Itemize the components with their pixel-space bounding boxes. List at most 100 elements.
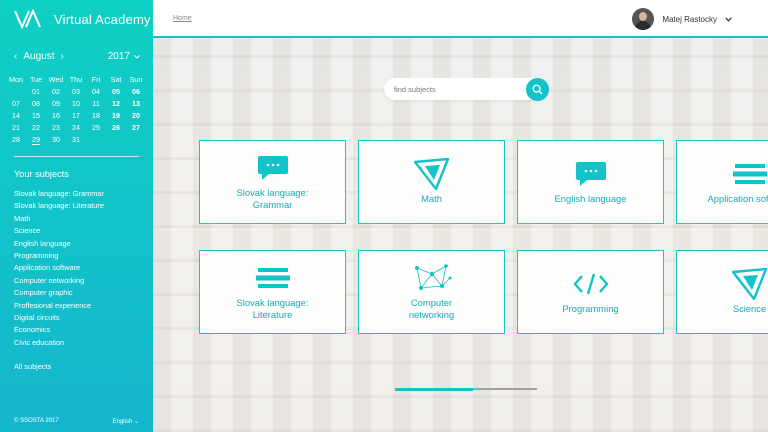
calendar-day[interactable]: 03 (66, 86, 86, 98)
subject-card-label: Programming (562, 302, 619, 314)
calendar-day[interactable]: 22 (26, 121, 46, 133)
subject-card[interactable]: Programming (517, 250, 664, 334)
calendar-day[interactable]: 05 (106, 86, 126, 98)
stacked-bars-icon (732, 159, 767, 189)
year-select[interactable]: 2017 (108, 51, 140, 62)
next-month-icon[interactable]: › (60, 51, 63, 62)
subject-card-label: Slovak language: Literature (236, 296, 309, 321)
calendar-day[interactable]: 02 (46, 86, 66, 98)
subject-card[interactable]: English language (517, 140, 664, 224)
calendar-day[interactable]: 18 (86, 110, 106, 122)
weekday-label: Sun (129, 74, 143, 84)
calendar-header: ‹ August › 2017 (0, 51, 153, 62)
search-input[interactable] (384, 78, 514, 100)
chevron-down-icon (134, 54, 140, 59)
calendar-day[interactable]: 13 (126, 98, 146, 110)
sidebar-subject-item[interactable]: Economics (14, 324, 153, 336)
calendar-month: August (23, 51, 55, 62)
prev-month-icon[interactable]: ‹ (14, 51, 17, 62)
search-button[interactable] (526, 78, 549, 101)
subject-card-label: Slovak language: Grammar (236, 186, 309, 211)
calendar-day[interactable]: 08 (26, 98, 46, 110)
sidebar-subject-item[interactable]: Slovak language: Literature (14, 200, 153, 212)
sidebar-subject-item[interactable]: Science (14, 225, 153, 237)
calendar-day[interactable]: 14 (6, 110, 26, 122)
brand[interactable]: Virtual Academy (0, 0, 153, 38)
subjects-list: Slovak language: Grammar Slovak language:… (14, 188, 153, 349)
sidebar-subject-item[interactable]: Civic education (14, 337, 153, 349)
calendar-day[interactable]: 01 (26, 86, 46, 98)
sidebar: Virtual Academy ‹ August › 2017 Mon Tue We… (0, 0, 153, 432)
all-subjects-link[interactable]: All subjects (14, 362, 153, 371)
sidebar-subject-item[interactable]: Math (14, 213, 153, 225)
avatar (632, 8, 655, 30)
calendar-day[interactable]: 19 (106, 110, 126, 122)
stacked-bars-icon (255, 263, 290, 293)
academy-logo-icon (14, 9, 41, 29)
calendar-day[interactable]: 31 (66, 133, 86, 145)
calendar-day[interactable]: 17 (66, 110, 86, 122)
weekday-label: Thu (69, 74, 83, 84)
subjects-title: Your subjects (14, 168, 69, 179)
calendar-day[interactable]: 12 (106, 98, 126, 110)
sidebar-subject-item[interactable]: Programming (14, 250, 153, 262)
calendar-day[interactable]: 15 (26, 110, 46, 122)
sidebar-subject-item[interactable]: Slovak language: Grammar (14, 188, 153, 200)
calendar-day[interactable]: 16 (46, 110, 66, 122)
calendar-day[interactable]: 25 (86, 121, 106, 133)
network-graph-icon (412, 263, 452, 293)
weekday-label: Tue (29, 74, 43, 84)
sidebar-divider (14, 155, 139, 157)
chevron-down-icon (725, 16, 732, 22)
chat-bubble-icon (257, 153, 289, 183)
subject-card[interactable]: Math (358, 140, 505, 224)
calendar-day[interactable]: 27 (126, 121, 146, 133)
top-bar: Home Matej Rastocky (153, 0, 768, 38)
weekday-label: Wed (48, 74, 64, 84)
subject-card-label: Application software (707, 192, 768, 204)
calendar-day[interactable]: 28 (6, 133, 26, 145)
subject-card[interactable]: Application software (676, 140, 768, 224)
language-select[interactable]: English ⌄ (113, 418, 139, 425)
sidebar-subject-item[interactable]: Computer networking (14, 275, 153, 287)
subject-card[interactable]: Computer networking (358, 250, 505, 334)
weekday-label: Sat (110, 74, 122, 84)
code-brackets-icon (573, 269, 609, 299)
calendar-day (6, 86, 26, 98)
calendar-year: 2017 (107, 51, 130, 62)
calendar-day[interactable]: 11 (86, 98, 106, 110)
calendar-day[interactable]: 07 (6, 98, 26, 110)
carousel-scrollbar[interactable] (395, 387, 537, 391)
weekday-label: Mon (9, 74, 23, 84)
sidebar-subject-item[interactable]: Computer graphic (14, 287, 153, 299)
sidebar-subject-item[interactable]: Proffesional experience (14, 300, 153, 312)
calendar-day (106, 133, 126, 145)
subject-card[interactable]: Science (676, 250, 768, 334)
subject-card[interactable]: Slovak language: Grammar (199, 140, 346, 224)
user-menu[interactable]: Matej Rastocky (632, 8, 732, 30)
subject-card-label: Science (732, 302, 767, 314)
calendar-grid: Mon Tue Wed Thu Fri Sat Sun 01 02 03 04 05 06 07 08 09… (6, 72, 146, 145)
weekday-label: Fri (91, 74, 101, 84)
calendar-day[interactable]: 26 (106, 121, 126, 133)
triangle-ruler-icon (413, 157, 450, 190)
calendar-day[interactable]: 06 (126, 86, 146, 98)
sidebar-subject-item[interactable]: English language (14, 238, 153, 250)
sidebar-subject-item[interactable]: Application software (14, 262, 153, 274)
search-icon (532, 84, 543, 95)
calendar-day[interactable]: 09 (46, 98, 66, 110)
calendar-day[interactable]: 29 (26, 133, 46, 145)
calendar-day[interactable]: 21 (6, 121, 26, 133)
sidebar-subject-item[interactable]: Digital circuits (14, 312, 153, 324)
breadcrumb-home[interactable]: Home (173, 15, 192, 22)
calendar-day (126, 133, 146, 145)
calendar-day[interactable]: 24 (66, 121, 86, 133)
carousel-scroll-thumb[interactable] (395, 387, 474, 391)
calendar-day[interactable]: 10 (66, 98, 86, 110)
subject-card[interactable]: Slovak language: Literature (199, 250, 346, 334)
calendar-day[interactable]: 30 (46, 133, 66, 145)
sidebar-footer: © SSOSTA 2017 English ⌄ (14, 418, 139, 425)
calendar-day[interactable]: 20 (126, 110, 146, 122)
calendar-day[interactable]: 23 (46, 121, 66, 133)
calendar-day[interactable]: 04 (86, 86, 106, 98)
